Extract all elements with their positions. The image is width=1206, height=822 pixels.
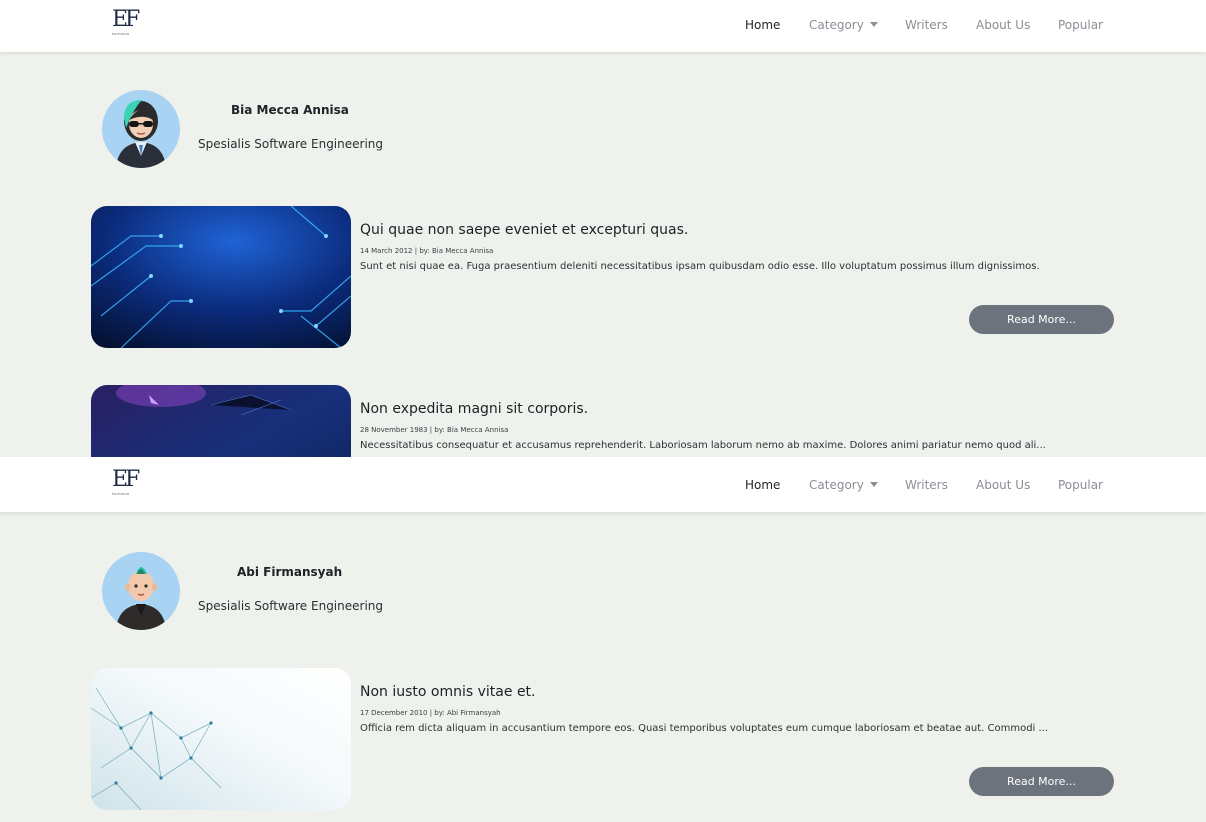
article-excerpt: Necessitatibus consequatur et accusamus … bbox=[360, 440, 1046, 451]
nav-about-us[interactable]: About Us bbox=[976, 478, 1030, 492]
logo-subtext: EDUFORUM bbox=[112, 492, 130, 496]
avatar-woman-icon bbox=[116, 100, 166, 168]
logo-subtext: EDUFORUM bbox=[112, 32, 130, 36]
logo-mark: EF bbox=[112, 467, 140, 492]
avatar bbox=[102, 552, 180, 630]
tech-network-image bbox=[91, 385, 351, 457]
nav-popular[interactable]: Popular bbox=[1058, 18, 1103, 32]
nav-writers[interactable]: Writers bbox=[905, 18, 948, 32]
read-more-button[interactable]: Read More... bbox=[969, 305, 1114, 334]
read-more-button[interactable]: Read More... bbox=[969, 767, 1114, 796]
article-meta: 28 November 1983 | by: Bia Mecca Annisa bbox=[360, 426, 509, 434]
avatar-man-icon bbox=[116, 567, 166, 630]
caret-down-icon bbox=[869, 482, 878, 487]
article-excerpt: Officia rem dicta aliquam in accusantium… bbox=[360, 723, 1049, 734]
logo-mark: EF bbox=[112, 7, 140, 32]
article-thumbnail[interactable] bbox=[91, 668, 351, 810]
article-title[interactable]: Non expedita magni sit corporis. bbox=[360, 401, 588, 417]
navbar: EF EDUFORUM Home Category Writers About … bbox=[0, 0, 1206, 52]
article-excerpt: Sunt et nisi quae ea. Fuga praesentium d… bbox=[360, 261, 1040, 272]
network-mesh-image bbox=[91, 668, 351, 810]
article-thumbnail[interactable] bbox=[91, 206, 351, 348]
navbar: EF EDUFORUM Home Category Writers About … bbox=[0, 460, 1206, 512]
site-logo[interactable]: EF EDUFORUM bbox=[112, 469, 148, 503]
nav-category-label: Category bbox=[809, 18, 864, 32]
nav-popular[interactable]: Popular bbox=[1058, 478, 1103, 492]
nav-about-us[interactable]: About Us bbox=[976, 18, 1030, 32]
article-title[interactable]: Qui quae non saepe eveniet et excepturi … bbox=[360, 222, 688, 238]
article-thumbnail[interactable] bbox=[91, 385, 351, 457]
article-title[interactable]: Non iusto omnis vitae et. bbox=[360, 684, 536, 700]
author-role: Spesialis Software Engineering bbox=[198, 599, 384, 613]
screenshot-writer-page-1: EF EDUFORUM Home Category Writers About … bbox=[0, 0, 1206, 457]
author-name: Bia Mecca Annisa bbox=[231, 103, 349, 117]
article-card: Non expedita magni sit corporis. 28 Nove… bbox=[91, 385, 1121, 457]
article-meta: 17 December 2010 | by: Abi Firmansyah bbox=[360, 709, 501, 717]
nav-home[interactable]: Home bbox=[745, 478, 780, 492]
avatar bbox=[102, 90, 180, 168]
article-meta: 14 March 2012 | by: Bia Mecca Annisa bbox=[360, 247, 494, 255]
article-card: Non iusto omnis vitae et. 17 December 20… bbox=[91, 668, 1121, 810]
site-logo[interactable]: EF EDUFORUM bbox=[112, 9, 148, 43]
nav-category-label: Category bbox=[809, 478, 864, 492]
nav-category[interactable]: Category bbox=[809, 18, 878, 32]
screenshot-writer-page-2: EF EDUFORUM Home Category Writers About … bbox=[0, 460, 1206, 822]
circuit-image bbox=[91, 206, 351, 348]
article-card: Qui quae non saepe eveniet et excepturi … bbox=[91, 206, 1121, 348]
nav-category[interactable]: Category bbox=[809, 478, 878, 492]
caret-down-icon bbox=[869, 22, 878, 27]
author-name: Abi Firmansyah bbox=[237, 565, 343, 579]
nav-home[interactable]: Home bbox=[745, 18, 780, 32]
nav-writers[interactable]: Writers bbox=[905, 478, 948, 492]
author-role: Spesialis Software Engineering bbox=[198, 137, 384, 151]
